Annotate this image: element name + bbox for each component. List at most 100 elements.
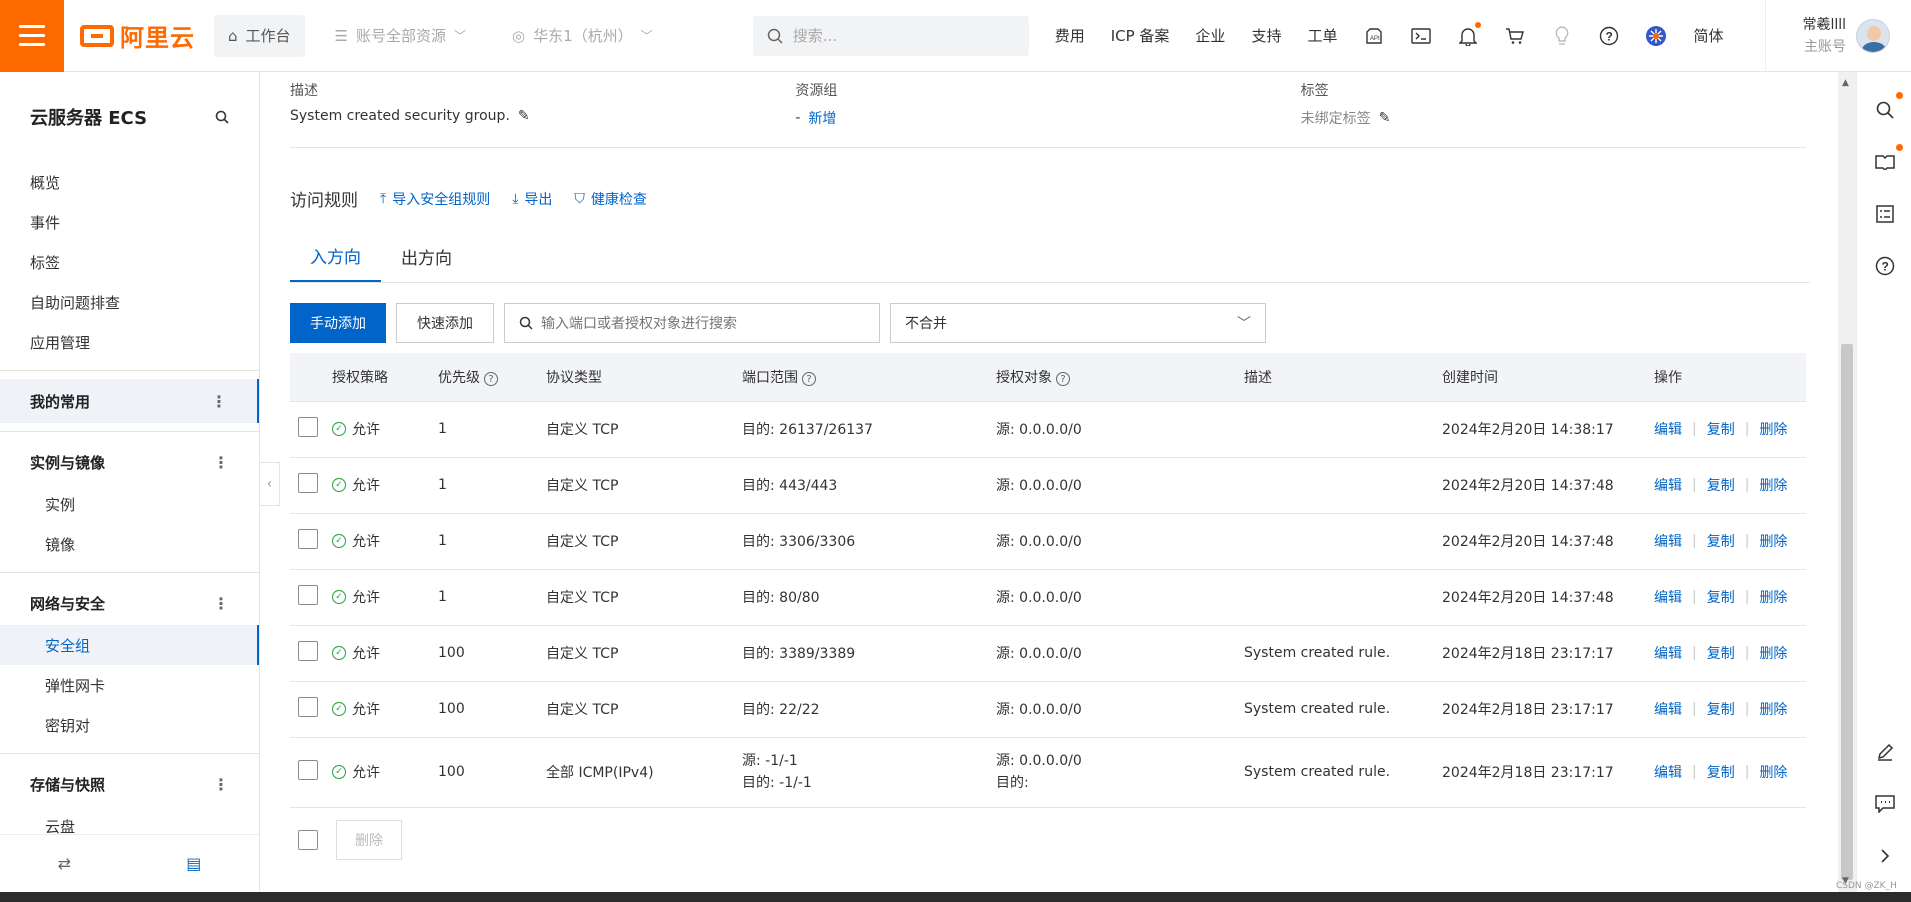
sidebar-item-eni[interactable]: 弹性网卡 — [0, 665, 259, 705]
row-checkbox[interactable] — [298, 697, 318, 717]
feedback-icon[interactable]: ▤ — [186, 854, 201, 873]
edit-rule-link[interactable]: 编辑 — [1654, 643, 1682, 663]
sidebar-item-events[interactable]: 事件 — [0, 202, 259, 242]
copy-rule-link[interactable]: 复制 — [1707, 643, 1735, 663]
workbench-button[interactable]: ⌂ 工作台 — [214, 14, 305, 57]
export-link[interactable]: ⤓ 导出 — [512, 189, 552, 209]
assistant-icon[interactable] — [1645, 25, 1667, 47]
icp-link[interactable]: ICP 备案 — [1111, 25, 1170, 46]
sidebar-item-overview[interactable]: 概览 — [0, 162, 259, 202]
delete-rule-link[interactable]: 删除 — [1759, 475, 1787, 495]
search-icon[interactable] — [215, 110, 229, 124]
sidebar-item-images[interactable]: 镜像 — [0, 524, 259, 564]
port-cell: 目的: 443/443 — [742, 457, 996, 514]
manual-add-button[interactable]: 手动添加 — [290, 303, 386, 343]
edit-icon[interactable]: ✎ — [518, 108, 530, 124]
quick-add-button[interactable]: 快速添加 — [396, 303, 494, 343]
edit-icon[interactable] — [1873, 740, 1897, 764]
edit-rule-link[interactable]: 编辑 — [1654, 475, 1682, 495]
copy-rule-link[interactable]: 复制 — [1707, 419, 1735, 439]
copy-rule-link[interactable]: 复制 — [1707, 475, 1735, 495]
rule-search-input[interactable] — [541, 315, 861, 331]
batch-delete-button[interactable]: 删除 — [336, 819, 402, 860]
cart-icon[interactable] — [1504, 25, 1526, 47]
row-checkbox[interactable] — [298, 529, 318, 549]
help-icon[interactable]: ? — [1598, 25, 1620, 47]
page-scrollbar[interactable]: ▲ ▼ — [1838, 72, 1856, 892]
sidebar-item-app-management[interactable]: 应用管理 — [0, 322, 259, 362]
resource-scope-dropdown[interactable]: ☰ 账号全部资源 ﹀ — [319, 15, 482, 57]
resource-group-add-link[interactable]: 新增 — [808, 108, 836, 128]
chat-icon[interactable] — [1873, 792, 1897, 816]
global-search-input[interactable]: 搜索... — [752, 15, 1029, 56]
help-icon[interactable]: ? — [802, 372, 816, 387]
delete-rule-link[interactable]: 删除 — [1759, 419, 1787, 439]
language-switch[interactable]: 简体 — [1693, 25, 1723, 46]
scroll-thumb[interactable] — [1841, 344, 1853, 880]
row-checkbox[interactable] — [298, 585, 318, 605]
edit-rule-link[interactable]: 编辑 — [1654, 762, 1682, 782]
edit-icon[interactable]: ✎ — [1379, 110, 1391, 126]
terminal-icon[interactable] — [1410, 25, 1432, 47]
api-icon[interactable]: API — [1363, 25, 1385, 47]
delete-rule-link[interactable]: 删除 — [1759, 762, 1787, 782]
user-menu[interactable]: 常羲llll 主账号 — [1765, 0, 1891, 72]
more-icon[interactable]: ⋮ — [213, 775, 229, 794]
edit-rule-link[interactable]: 编辑 — [1654, 531, 1682, 551]
delete-rule-link[interactable]: 删除 — [1759, 531, 1787, 551]
row-checkbox[interactable] — [298, 641, 318, 661]
copy-rule-link[interactable]: 复制 — [1707, 699, 1735, 719]
sidebar-collapse-button[interactable]: ‹ — [260, 462, 280, 506]
sidebar-group-favorites[interactable]: 我的常用 ⋮ — [0, 379, 259, 423]
help-icon[interactable]: ? — [484, 372, 498, 387]
edit-rule-link[interactable]: 编辑 — [1654, 699, 1682, 719]
search-icon[interactable] — [1873, 92, 1903, 122]
row-checkbox[interactable] — [298, 760, 318, 780]
tab-inbound[interactable]: 入方向 — [290, 231, 381, 282]
book-icon[interactable] — [1873, 144, 1903, 174]
sidebar-item-instances[interactable]: 实例 — [0, 484, 259, 524]
sidebar-item-keypair[interactable]: 密钥对 — [0, 705, 259, 745]
merge-select[interactable]: 不合并 ﹀ — [890, 303, 1266, 343]
more-icon[interactable]: ⋮ — [213, 453, 229, 472]
copy-rule-link[interactable]: 复制 — [1707, 587, 1735, 607]
support-link[interactable]: 支持 — [1251, 25, 1281, 46]
select-all-checkbox[interactable] — [298, 829, 318, 850]
sidebar-group-storage[interactable]: 存储与快照 ⋮ — [0, 762, 259, 806]
sidebar-group-network[interactable]: 网络与安全 ⋮ — [0, 581, 259, 625]
help-icon[interactable]: ? — [1873, 254, 1897, 278]
delete-rule-link[interactable]: 删除 — [1759, 643, 1787, 663]
sidebar-item-tags[interactable]: 标签 — [0, 242, 259, 282]
ticket-link[interactable]: 工单 — [1307, 25, 1337, 46]
import-rules-link[interactable]: ⤒ 导入安全组规则 — [380, 189, 490, 209]
edit-rule-link[interactable]: 编辑 — [1654, 419, 1682, 439]
delete-rule-link[interactable]: 删除 — [1759, 699, 1787, 719]
region-dropdown[interactable]: ◎ 华东1（杭州） ﹀ — [496, 15, 669, 57]
copy-rule-link[interactable]: 复制 — [1707, 531, 1735, 551]
aliyun-logo[interactable]: 阿里云 — [80, 18, 200, 53]
bell-icon[interactable] — [1457, 21, 1482, 47]
row-checkbox[interactable] — [298, 417, 318, 437]
checklist-icon[interactable] — [1873, 202, 1897, 226]
help-icon[interactable]: ? — [1056, 372, 1070, 387]
more-icon[interactable]: ⋮ — [213, 594, 229, 613]
scroll-up-icon[interactable]: ▲ — [1842, 78, 1849, 88]
tab-outbound[interactable]: 出方向 — [381, 231, 472, 282]
row-checkbox[interactable] — [298, 473, 318, 493]
sidebar-item-troubleshoot[interactable]: 自助问题排查 — [0, 282, 259, 322]
copy-rule-link[interactable]: 复制 — [1707, 762, 1735, 782]
health-check-link[interactable]: ⛉ 健康检查 — [574, 189, 647, 209]
sidebar-item-security-group[interactable]: 安全组 — [0, 625, 259, 665]
enterprise-link[interactable]: 企业 — [1195, 25, 1225, 46]
delete-rule-link[interactable]: 删除 — [1759, 587, 1787, 607]
chevron-right-icon[interactable] — [1873, 844, 1897, 868]
rule-search-field[interactable] — [504, 303, 880, 343]
swap-icon[interactable]: ⇄ — [58, 854, 71, 873]
avatar[interactable] — [1856, 18, 1891, 53]
hamburger-menu-button[interactable] — [0, 0, 64, 72]
more-icon[interactable]: ⋮ — [211, 392, 227, 411]
fees-link[interactable]: 费用 — [1055, 25, 1085, 46]
edit-rule-link[interactable]: 编辑 — [1654, 587, 1682, 607]
sidebar-group-instances[interactable]: 实例与镜像 ⋮ — [0, 440, 259, 484]
lightbulb-icon[interactable] — [1551, 25, 1573, 47]
